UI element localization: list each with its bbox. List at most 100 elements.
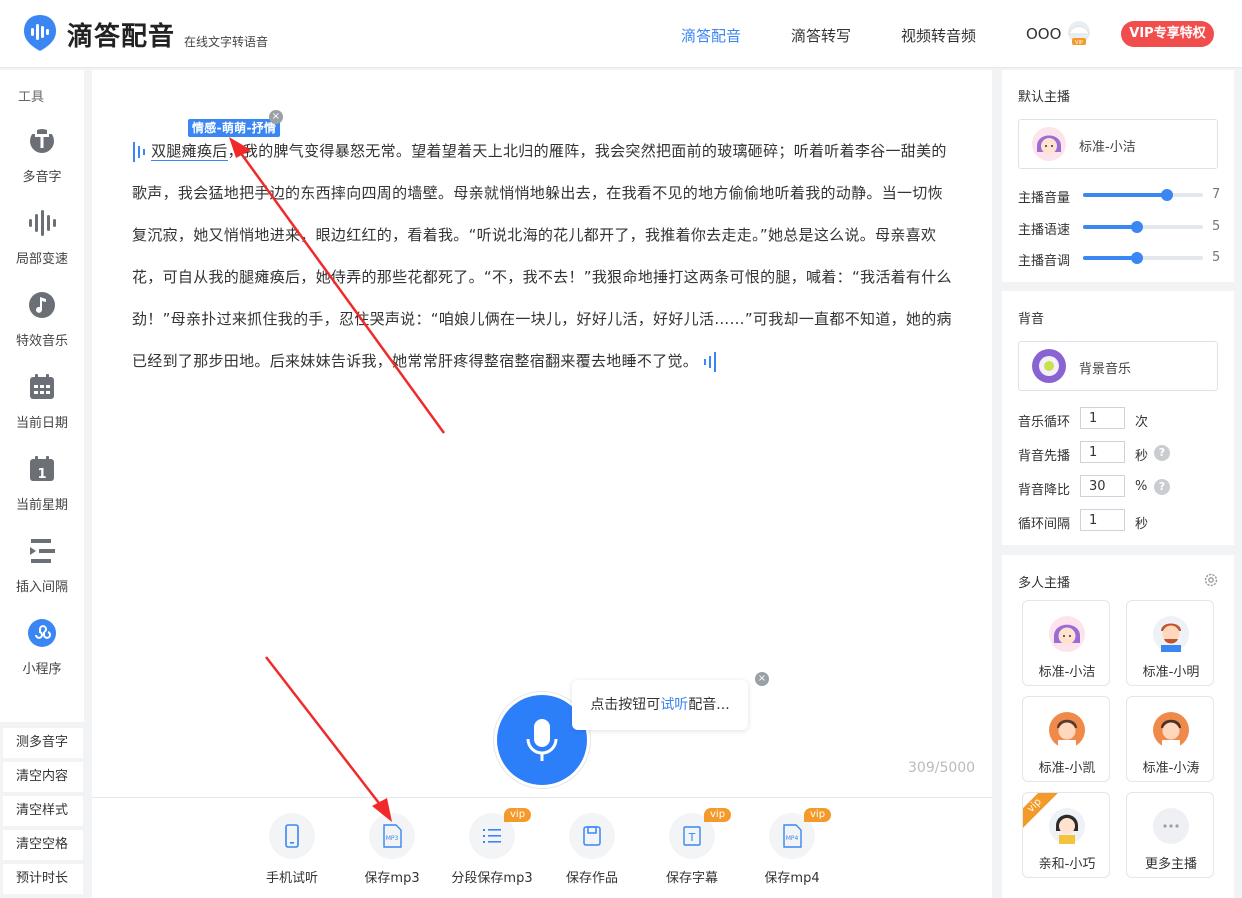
app-subtitle: 在线文字转语音 [184,35,269,49]
tool-label: 小程序 [22,662,62,677]
save-mp3-button[interactable]: MP3 保存mp3 [342,813,442,893]
music-loop-input[interactable] [1080,407,1125,429]
slider-value: 5 [1212,219,1221,234]
waveform-icon [29,210,56,236]
slider-track[interactable] [1083,189,1203,201]
preview-tip: 点击按钮可试听配音... [572,680,748,730]
tip-suffix: 配音... [688,697,730,713]
multi-anchor-card[interactable]: 标准-小洁 [1022,600,1110,686]
calendar-icon [30,374,54,399]
polyphonic-icon [30,126,54,153]
tool-insert-pause[interactable]: 插入间隔 [0,536,84,612]
tag-close-icon[interactable]: × [269,110,283,124]
bgm-lead-input[interactable] [1080,441,1125,463]
multi-anchor-card[interactable]: 标准-小涛 [1126,696,1214,782]
more-anchors-card[interactable]: 更多主播 [1126,792,1214,878]
tool-local-speed[interactable]: 局部变速 [0,208,84,284]
check-polyphonic-button[interactable]: 测多音字 [3,728,83,758]
bgm-ratio-input[interactable] [1080,475,1125,497]
bgm-ratio-row: 背音降比 % ? [1018,475,1218,499]
bgm-card[interactable]: 背景音乐 [1018,341,1218,391]
default-anchor-panel: 默认主播 标准-小洁 主播音量 7 主播语速 5 主播音调 5 [1002,70,1234,282]
slider-label: 主播音调 [1018,254,1071,269]
bgm-panel: 背音 背景音乐 音乐循环 次 背音先播 秒 ? 背音降比 % ? 循环间隔 秒 [1002,291,1234,545]
estimate-duration-button[interactable]: 预计时长 [3,864,83,894]
help-icon[interactable]: ? [1154,445,1170,461]
action-label: 保存mp4 [764,871,820,886]
multi-anchor-name: 标准-小明 [1142,665,1200,680]
pitch-slider[interactable]: 主播音调 5 [1018,248,1223,269]
phone-preview-button[interactable]: 手机试听 [242,813,342,893]
anchor-avatar-icon [1032,127,1066,161]
svg-text:T: T [688,831,696,844]
multi-anchor-name: 标准-小洁 [1038,665,1096,680]
svg-text:VIP: VIP [1075,40,1083,46]
tool-current-date[interactable]: 当前日期 [0,372,84,448]
nav-video-to-audio[interactable]: 视频转音频 [901,25,976,46]
slider-fill [1083,256,1137,260]
help-icon[interactable]: ? [1154,479,1170,495]
tool-label: 特效音乐 [15,334,68,349]
music-loop-row: 音乐循环 次 [1018,407,1218,431]
tool-effect-music[interactable]: 特效音乐 [0,290,84,366]
save-work-button[interactable]: 保存作品 [542,813,642,893]
tagged-text[interactable]: 双腿瘫痪后 [151,142,228,161]
text-editor[interactable]: 情感-萌萌-抒情 × 双腿瘫痪后，我的脾气变得暴怒无常。望着望着天上北归的雁阵，… [132,110,952,382]
tool-mini-program[interactable]: 小程序 [0,618,84,694]
bottom-toolbar: 手机试听 MP3 保存mp3 vip 分段保存mp3 保存作品 T vip 保存… [92,797,992,898]
bgm-title: 背音 [1018,312,1045,327]
field-unit: 秒 [1135,517,1149,532]
default-anchor-card[interactable]: 标准-小洁 [1018,119,1218,169]
multi-anchor-card[interactable]: 标准-小凯 [1022,696,1110,782]
field-unit: 次 [1135,415,1149,430]
multi-anchor-panel: 多人主播 标准-小洁 标准-小明 标准-小凯 标准-小涛 vip 亲和-小巧 更… [1002,555,1234,898]
tip-close-icon[interactable]: × [755,672,769,686]
clear-content-button[interactable]: 清空内容 [3,762,83,792]
slider-fill [1083,225,1137,229]
vip-privilege-button[interactable]: VIP专享特权 [1121,21,1214,47]
nav-dida-dubbing[interactable]: 滴答配音 [681,25,741,46]
save-subtitle-button[interactable]: T vip 保存字幕 [642,808,742,893]
slider-track[interactable] [1083,221,1203,233]
clear-style-button[interactable]: 清空样式 [3,796,83,826]
svg-text:MP4: MP4 [786,835,799,842]
anchor-name: 标准-小洁 [1079,140,1136,155]
field-label: 背音降比 [1018,483,1071,498]
user-name[interactable]: OOO [1026,25,1061,43]
multi-anchor-card[interactable]: vip 亲和-小巧 [1022,792,1110,878]
multi-anchor-name: 亲和-小巧 [1038,857,1096,872]
gear-icon[interactable] [1203,572,1219,588]
editor-body-text[interactable]: ，我的脾气变得暴怒无常。望着望着天上北归的雁阵，我会突然把面前的玻璃砸碎；听着听… [132,142,952,370]
slider-knob[interactable] [1131,252,1143,264]
anchor-avatar-icon [1153,616,1189,652]
save-mp4-button[interactable]: MP4 vip 保存mp4 [742,808,842,893]
mp4-file-icon: MP4 [783,824,802,848]
slider-knob[interactable] [1161,189,1173,201]
char-counter: 309/5000 [908,760,976,776]
tool-polyphonic[interactable]: 多音字 [0,126,84,202]
tool-current-weekday[interactable]: 1 当前星期 [0,454,84,530]
field-unit: 秒 [1135,449,1149,464]
anchor-avatar-icon [1049,808,1085,844]
slider-track[interactable] [1083,252,1203,264]
save-disk-icon [583,826,601,846]
action-label: 分段保存mp3 [451,871,533,886]
tool-label: 多音字 [22,170,62,185]
mini-program-icon [28,619,56,647]
slider-knob[interactable] [1131,221,1143,233]
volume-slider[interactable]: 主播音量 7 [1018,185,1223,206]
nav-dida-transcribe[interactable]: 滴答转写 [791,25,851,46]
multi-anchor-card[interactable]: 标准-小明 [1126,600,1214,686]
loop-interval-input[interactable] [1080,509,1125,531]
segment-end-marker-icon[interactable] [703,350,717,374]
multi-anchor-title: 多人主播 [1018,576,1071,591]
emotion-tag[interactable]: 情感-萌萌-抒情 [188,119,281,137]
field-unit: % [1135,479,1148,494]
clear-spaces-button[interactable]: 清空空格 [3,830,83,860]
speed-slider[interactable]: 主播语速 5 [1018,217,1223,238]
segment-save-mp3-button[interactable]: vip 分段保存mp3 [442,808,542,893]
tip-preview-link[interactable]: 试听 [660,697,688,713]
loop-interval-row: 循环间隔 秒 [1018,509,1218,533]
segment-start-marker-icon[interactable] [132,140,146,164]
vip-avatar-icon[interactable]: VIP [1064,18,1094,48]
